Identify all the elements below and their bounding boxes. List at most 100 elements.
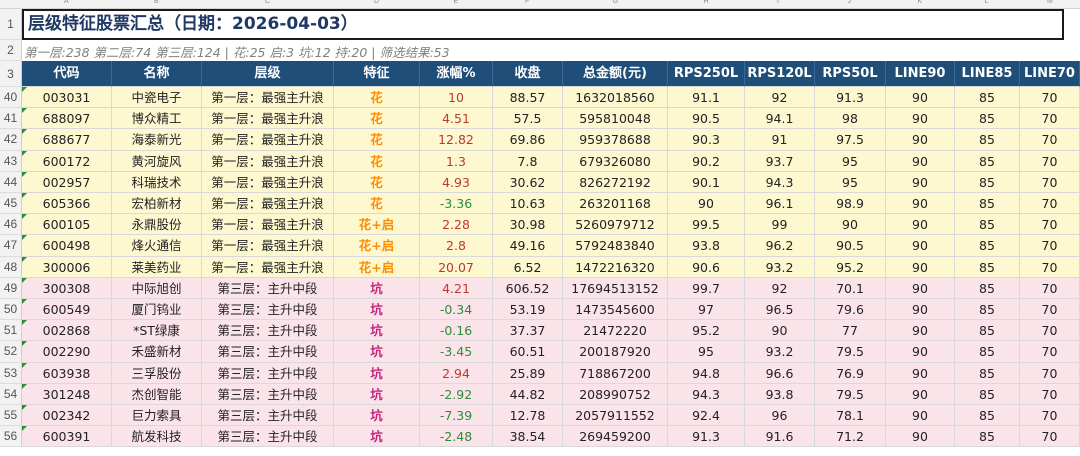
- column-header-6[interactable]: 总金额(元): [563, 61, 668, 87]
- cell-line90[interactable]: 90: [886, 299, 955, 321]
- cell-chg[interactable]: 2.28: [420, 214, 493, 236]
- cell-line70[interactable]: 70: [1020, 341, 1080, 363]
- column-header-12[interactable]: LINE70: [1020, 61, 1080, 87]
- sheet-title[interactable]: 层级特征股票汇总（日期：2026-04-03）: [22, 9, 1064, 40]
- column-letter-header[interactable]: A B C D E F G H I J K L M: [0, 0, 1080, 9]
- cell-level[interactable]: 第一层：最强主升浪: [202, 87, 334, 109]
- column-letter-H[interactable]: H: [704, 0, 709, 5]
- row-header-52[interactable]: 52: [0, 341, 22, 363]
- cell-code[interactable]: 688097: [22, 108, 112, 130]
- cell-line85[interactable]: 85: [955, 405, 1020, 427]
- cell-close[interactable]: 25.89: [493, 362, 563, 384]
- cell-feature[interactable]: 坑: [334, 405, 420, 427]
- cell-chg[interactable]: -0.16: [420, 320, 493, 342]
- column-letter-L[interactable]: L: [985, 0, 989, 5]
- cell-code[interactable]: 600172: [22, 150, 112, 172]
- cell-line85[interactable]: 85: [955, 383, 1020, 405]
- cell-amount[interactable]: 959378688: [563, 129, 668, 151]
- cell-line90[interactable]: 90: [886, 171, 955, 193]
- cell-rps120[interactable]: 96.6: [745, 362, 815, 384]
- cell-amount[interactable]: 1632018560: [563, 87, 668, 109]
- cell-level[interactable]: 第一层：最强主升浪: [202, 256, 334, 278]
- cell-rps50[interactable]: 98.9: [815, 193, 886, 215]
- cell-chg[interactable]: 10: [420, 87, 493, 109]
- cell-close[interactable]: 30.62: [493, 171, 563, 193]
- row-header-41[interactable]: 41: [0, 108, 22, 130]
- cell-close[interactable]: 37.37: [493, 320, 563, 342]
- cell-rps50[interactable]: 78.1: [815, 405, 886, 427]
- cell-level[interactable]: 第一层：最强主升浪: [202, 214, 334, 236]
- cell-amount[interactable]: 269459200: [563, 426, 668, 448]
- cell-code[interactable]: 600498: [22, 235, 112, 257]
- cell-rps120[interactable]: 94.1: [745, 108, 815, 130]
- cell-line90[interactable]: 90: [886, 129, 955, 151]
- cell-chg[interactable]: 2.94: [420, 362, 493, 384]
- cell-rps250[interactable]: 91.1: [668, 87, 745, 109]
- cell-name[interactable]: 科瑞技术: [112, 171, 202, 193]
- cell-chg[interactable]: -2.92: [420, 383, 493, 405]
- cell-close[interactable]: 88.57: [493, 87, 563, 109]
- cell-feature[interactable]: 花: [334, 108, 420, 130]
- column-letter-A[interactable]: A: [64, 0, 69, 5]
- cell-rps120[interactable]: 93.2: [745, 341, 815, 363]
- cell-code[interactable]: 002957: [22, 171, 112, 193]
- cell-rps250[interactable]: 97: [668, 299, 745, 321]
- cell-amount[interactable]: 263201168: [563, 193, 668, 215]
- cell-line90[interactable]: 90: [886, 277, 955, 299]
- cell-name[interactable]: 博众精工: [112, 108, 202, 130]
- cell-level[interactable]: 第三层：主升中段: [202, 383, 334, 405]
- cell-close[interactable]: 69.86: [493, 129, 563, 151]
- cell-rps50[interactable]: 90.5: [815, 235, 886, 257]
- cell-rps50[interactable]: 70.1: [815, 277, 886, 299]
- cell-close[interactable]: 38.54: [493, 426, 563, 448]
- cell-feature[interactable]: 花: [334, 129, 420, 151]
- cell-line90[interactable]: 90: [886, 383, 955, 405]
- cell-line70[interactable]: 70: [1020, 426, 1080, 448]
- cell-close[interactable]: 606.52: [493, 277, 563, 299]
- cell-line70[interactable]: 70: [1020, 235, 1080, 257]
- row-header-53[interactable]: 53: [0, 362, 22, 384]
- cell-rps50[interactable]: 97.5: [815, 129, 886, 151]
- cell-name[interactable]: 禾盛新材: [112, 341, 202, 363]
- cell-close[interactable]: 12.78: [493, 405, 563, 427]
- row-header-40[interactable]: 40: [0, 87, 22, 109]
- cell-line85[interactable]: 85: [955, 362, 1020, 384]
- cell-rps120[interactable]: 91: [745, 129, 815, 151]
- cell-chg[interactable]: 4.51: [420, 108, 493, 130]
- column-header-1[interactable]: 名称: [112, 61, 202, 87]
- cell-line70[interactable]: 70: [1020, 150, 1080, 172]
- cell-feature[interactable]: 花+启: [334, 256, 420, 278]
- cell-level[interactable]: 第一层：最强主升浪: [202, 150, 334, 172]
- row-header-56[interactable]: 56: [0, 426, 22, 448]
- row-header-55[interactable]: 55: [0, 405, 22, 427]
- cell-chg[interactable]: -0.34: [420, 299, 493, 321]
- cell-name[interactable]: *ST绿康: [112, 320, 202, 342]
- cell-feature[interactable]: 坑: [334, 299, 420, 321]
- cell-rps250[interactable]: 95: [668, 341, 745, 363]
- cell-rps250[interactable]: 90.2: [668, 150, 745, 172]
- cell-chg[interactable]: 1.3: [420, 150, 493, 172]
- cell-rps50[interactable]: 71.2: [815, 426, 886, 448]
- column-header-0[interactable]: 代码: [22, 61, 112, 87]
- cell-name[interactable]: 中际旭创: [112, 277, 202, 299]
- cell-line90[interactable]: 90: [886, 193, 955, 215]
- cell-rps250[interactable]: 90.5: [668, 108, 745, 130]
- cell-level[interactable]: 第三层：主升中段: [202, 426, 334, 448]
- cell-line70[interactable]: 70: [1020, 129, 1080, 151]
- cell-rps250[interactable]: 90: [668, 193, 745, 215]
- cell-line90[interactable]: 90: [886, 214, 955, 236]
- cell-name[interactable]: 黄河旋风: [112, 150, 202, 172]
- column-letter-J[interactable]: J: [848, 0, 852, 5]
- cell-rps120[interactable]: 93.8: [745, 383, 815, 405]
- row-header-47[interactable]: 47: [0, 235, 22, 257]
- cell-chg[interactable]: 20.07: [420, 256, 493, 278]
- cell-rps120[interactable]: 91.6: [745, 426, 815, 448]
- cell-close[interactable]: 49.16: [493, 235, 563, 257]
- cell-feature[interactable]: 花: [334, 171, 420, 193]
- row-header-1[interactable]: 1: [0, 9, 22, 40]
- cell-feature[interactable]: 坑: [334, 426, 420, 448]
- cell-close[interactable]: 53.19: [493, 299, 563, 321]
- cell-chg[interactable]: -7.39: [420, 405, 493, 427]
- cell-code[interactable]: 688677: [22, 129, 112, 151]
- cell-line90[interactable]: 90: [886, 426, 955, 448]
